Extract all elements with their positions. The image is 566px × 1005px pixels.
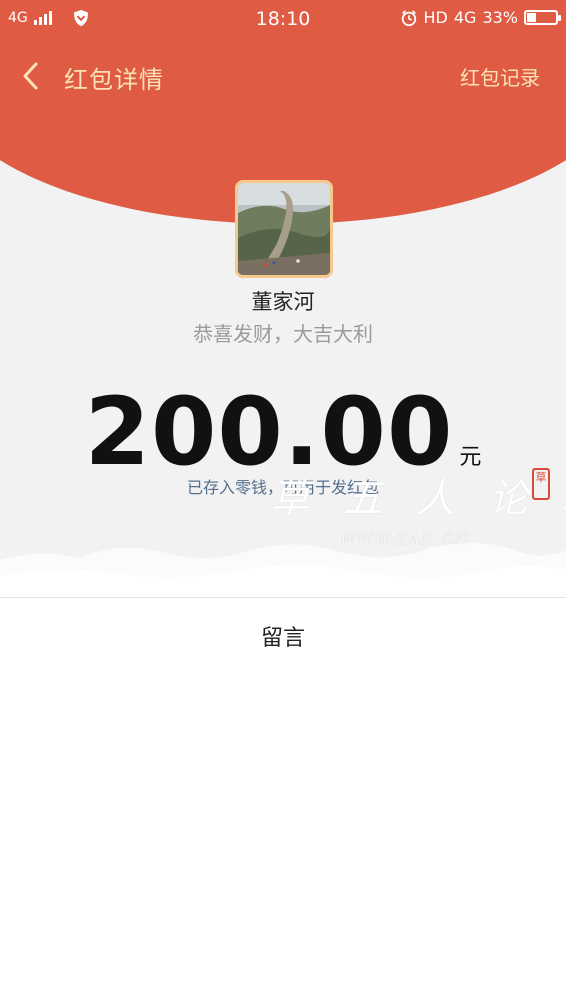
section-divider [0, 597, 566, 598]
navigation-bar: 红包详情 红包记录 [0, 50, 566, 102]
battery-icon [524, 10, 561, 25]
currency-unit: 元 [459, 445, 482, 470]
chevron-left-icon [23, 62, 38, 90]
network-type-2: 4G [453, 8, 477, 27]
status-right: HD 4G 33% [400, 8, 561, 27]
amount-value: 200.00 [84, 378, 454, 487]
alarm-icon [401, 9, 416, 26]
wishing-text: 恭喜发财，大吉大利 [193, 322, 373, 346]
sender-avatar[interactable] [235, 180, 333, 278]
message-button[interactable]: 留言 [0, 620, 566, 652]
great-wall-photo [238, 183, 330, 275]
hd-indicator: HD [423, 8, 448, 27]
sender-name: 董家河 [251, 290, 315, 314]
red-packet-record-link[interactable]: 红包记录 [460, 62, 540, 91]
mist-decoration [0, 542, 566, 598]
status-bar: 4G 18:10 HD 4G 33% [0, 0, 566, 38]
battery-fill [527, 13, 537, 22]
deposit-note-link[interactable]: 已存入零钱，可用于发红包 [0, 474, 566, 498]
back-button[interactable] [14, 56, 50, 96]
page-title: 红包详情 [64, 66, 164, 94]
top-section: 4G 18:10 HD 4G 33% 红包详情 红包记录 董家河 恭喜发财，大吉… [0, 0, 566, 598]
amount-row: 200.00 元 [0, 378, 566, 487]
battery-percentage: 33% [482, 8, 518, 27]
